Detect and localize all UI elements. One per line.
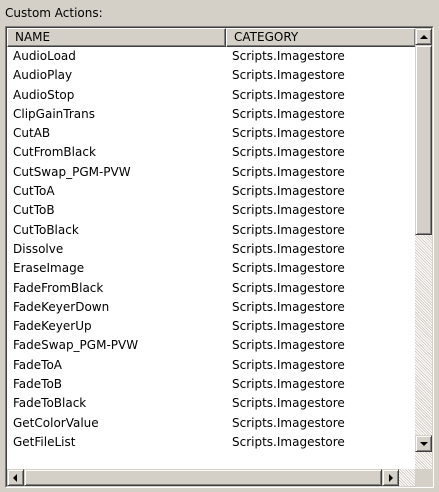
list-item[interactable]: ClipGainTrans Scripts.Imagestore bbox=[7, 105, 416, 124]
vertical-scroll-thumb[interactable] bbox=[415, 45, 432, 235]
action-name: FadeToB bbox=[13, 377, 63, 392]
list-item[interactable]: FadeFromBlack Scripts.Imagestore bbox=[7, 279, 416, 298]
scroll-down-button[interactable] bbox=[415, 435, 432, 452]
column-header-name[interactable]: NAME bbox=[7, 28, 226, 47]
list-item[interactable]: FadeKeyerUp Scripts.Imagestore bbox=[7, 317, 416, 336]
scrollbar-corner bbox=[415, 469, 432, 486]
list-item[interactable]: FadeKeyerDown Scripts.Imagestore bbox=[7, 298, 416, 317]
horizontal-scroll-thumb[interactable] bbox=[24, 469, 382, 486]
action-name: CutAB bbox=[13, 126, 51, 141]
action-category: Scripts.Imagestore bbox=[232, 396, 345, 411]
action-category: Scripts.Imagestore bbox=[232, 280, 345, 295]
action-category: Scripts.Imagestore bbox=[232, 299, 345, 314]
action-name: GetColorValue bbox=[13, 415, 99, 430]
action-category: Scripts.Imagestore bbox=[232, 126, 345, 141]
column-header-category[interactable]: CATEGORY bbox=[226, 28, 416, 47]
action-name: CutToA bbox=[13, 184, 55, 199]
action-category: Scripts.Imagestore bbox=[232, 261, 345, 276]
action-name: FadeToBlack bbox=[13, 396, 87, 411]
horizontal-scrollbar[interactable] bbox=[7, 469, 416, 486]
action-category: Scripts.Imagestore bbox=[232, 164, 345, 179]
action-name: ClipGainTrans bbox=[13, 106, 95, 121]
list-item[interactable]: CutFromBlack Scripts.Imagestore bbox=[7, 143, 416, 162]
list-item[interactable]: FadeToB Scripts.Imagestore bbox=[7, 375, 416, 394]
arrow-left-icon bbox=[13, 474, 17, 482]
list-item[interactable]: AudioLoad Scripts.Imagestore bbox=[7, 47, 416, 66]
action-name: FadeSwap_PGM-PVW bbox=[13, 338, 139, 353]
list-item[interactable]: CutSwap_PGM-PVW Scripts.Imagestore bbox=[7, 163, 416, 182]
list-item[interactable]: CutToB Scripts.Imagestore bbox=[7, 201, 416, 220]
action-name: EraseImage bbox=[13, 261, 85, 276]
list-item[interactable]: GetColorValue Scripts.Imagestore bbox=[7, 414, 416, 433]
action-name: Dissolve bbox=[13, 241, 64, 256]
scroll-right-button[interactable] bbox=[382, 469, 399, 486]
action-category: Scripts.Imagestore bbox=[232, 377, 345, 392]
list-item[interactable]: AudioStop Scripts.Imagestore bbox=[7, 86, 416, 105]
action-category: Scripts.Imagestore bbox=[232, 106, 345, 121]
action-category: Scripts.Imagestore bbox=[232, 145, 345, 160]
list-item[interactable]: AudioPlay Scripts.Imagestore bbox=[7, 66, 416, 85]
arrow-up-icon bbox=[420, 35, 428, 39]
arrow-down-icon bbox=[420, 442, 428, 446]
action-category: Scripts.Imagestore bbox=[232, 68, 345, 83]
list-item[interactable]: FadeToBlack Scripts.Imagestore bbox=[7, 394, 416, 413]
action-name: CutFromBlack bbox=[13, 145, 96, 160]
custom-actions-list[interactable]: NAME CATEGORY AudioLoad Scripts.Imagestor… bbox=[5, 26, 434, 488]
action-name: GetFileList bbox=[13, 434, 76, 449]
list-item[interactable]: Dissolve Scripts.Imagestore bbox=[7, 240, 416, 259]
list-header: NAME CATEGORY bbox=[7, 28, 416, 47]
action-name: FadeKeyerUp bbox=[13, 319, 92, 334]
action-name: FadeFromBlack bbox=[13, 280, 104, 295]
arrow-right-icon bbox=[389, 474, 393, 482]
action-category: Scripts.Imagestore bbox=[232, 222, 345, 237]
list-item[interactable]: CutToA Scripts.Imagestore bbox=[7, 182, 416, 201]
action-name: FadeKeyerDown bbox=[13, 299, 110, 314]
action-category: Scripts.Imagestore bbox=[232, 415, 345, 430]
vertical-scrollbar[interactable] bbox=[415, 28, 432, 469]
list-item[interactable]: EraseImage Scripts.Imagestore bbox=[7, 259, 416, 278]
scroll-up-button[interactable] bbox=[415, 28, 432, 45]
action-name: CutToBlack bbox=[13, 222, 79, 237]
list-rows: AudioLoad Scripts.Imagestore AudioPlay Scri… bbox=[7, 47, 416, 469]
action-name: AudioStop bbox=[13, 87, 75, 102]
list-item[interactable]: CutAB Scripts.Imagestore bbox=[7, 124, 416, 143]
action-category: Scripts.Imagestore bbox=[232, 319, 345, 334]
action-name: CutSwap_PGM-PVW bbox=[13, 164, 131, 179]
action-category: Scripts.Imagestore bbox=[232, 357, 345, 372]
action-category: Scripts.Imagestore bbox=[232, 87, 345, 102]
list-item[interactable]: GetFileList Scripts.Imagestore bbox=[7, 433, 416, 452]
action-name: AudioLoad bbox=[13, 49, 76, 63]
scroll-left-button[interactable] bbox=[7, 469, 24, 486]
action-name: FadeToA bbox=[13, 357, 62, 372]
action-category: Scripts.Imagestore bbox=[232, 203, 345, 218]
action-name: AudioPlay bbox=[13, 68, 73, 83]
action-name: CutToB bbox=[13, 203, 55, 218]
action-category: Scripts.Imagestore bbox=[232, 49, 345, 63]
action-category: Scripts.Imagestore bbox=[232, 184, 345, 199]
action-category: Scripts.Imagestore bbox=[232, 241, 345, 256]
list-item[interactable]: FadeToA Scripts.Imagestore bbox=[7, 356, 416, 375]
action-category: Scripts.Imagestore bbox=[232, 434, 345, 449]
custom-actions-label: Custom Actions: bbox=[5, 6, 103, 20]
list-item[interactable]: CutToBlack Scripts.Imagestore bbox=[7, 221, 416, 240]
action-category: Scripts.Imagestore bbox=[232, 338, 345, 353]
list-item[interactable]: FadeSwap_PGM-PVW Scripts.Imagestore bbox=[7, 336, 416, 355]
